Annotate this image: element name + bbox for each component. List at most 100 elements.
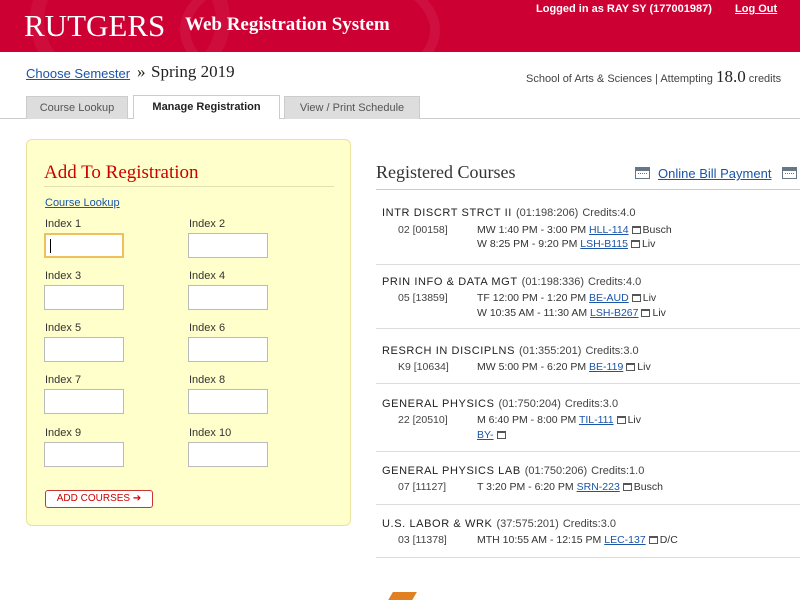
tab-view-print-schedule[interactable]: View / Print Schedule xyxy=(284,96,420,119)
course-code: (01:750:206) xyxy=(524,465,588,477)
divider xyxy=(376,504,800,505)
add-courses-button[interactable]: ADD COURSES ➔ xyxy=(45,490,153,508)
index-5-input[interactable] xyxy=(44,337,124,362)
tab-manage-registration[interactable]: Manage Registration xyxy=(133,95,280,119)
section-index: 07 [11127] xyxy=(398,481,447,493)
campus: Liv xyxy=(627,414,642,426)
room-link[interactable]: TIL-111 xyxy=(579,414,614,426)
new-window-icon[interactable] xyxy=(626,363,636,371)
meeting-time: BY- xyxy=(477,429,508,441)
text-caret xyxy=(50,239,51,253)
divider xyxy=(376,383,800,384)
campus: D/C xyxy=(659,534,678,546)
course-credits: Credits:4.0 xyxy=(588,276,642,288)
course-title: INTR DISCRT STRCT II xyxy=(382,207,512,219)
index-4-input[interactable] xyxy=(188,285,268,310)
add-to-registration-panel: Add To Registration Course Lookup Index … xyxy=(26,139,351,526)
course-credits: Credits:3.0 xyxy=(585,345,639,357)
campus: Busch xyxy=(642,224,672,236)
meeting-time: W 8:25 PM - 9:20 PM LSH-B115 Liv xyxy=(477,238,655,250)
meeting-days-time: T 3:20 PM - 6:20 PM xyxy=(477,481,574,493)
new-window-icon[interactable] xyxy=(616,416,626,424)
logout-link[interactable]: Log Out xyxy=(735,3,777,15)
index-label: Index 2 xyxy=(189,218,226,230)
section-index: 05 [13859] xyxy=(398,292,448,304)
online-bill-payment-link[interactable]: Online Bill Payment xyxy=(658,166,771,181)
index-3-input[interactable] xyxy=(44,285,124,310)
course-title: PRIN INFO & DATA MGT xyxy=(382,276,518,288)
meeting-days-time: MTH 10:55 AM - 12:15 PM xyxy=(477,534,602,546)
course-code: (01:750:204) xyxy=(498,398,561,410)
index-label: Index 5 xyxy=(45,322,82,334)
school-attempting-info: School of Arts & Sciences | Attempting 1… xyxy=(526,67,781,87)
new-window-icon[interactable] xyxy=(648,536,658,544)
course-header: PRIN INFO & DATA MGT (01:198:336) Credits:… xyxy=(382,276,641,288)
index-label: Index 8 xyxy=(189,374,226,386)
index-8-input[interactable] xyxy=(188,389,268,414)
index-1-input[interactable] xyxy=(44,233,124,258)
meeting-time: TF 12:00 PM - 1:20 PM BE-AUD Liv xyxy=(477,292,656,304)
divider xyxy=(44,186,334,187)
registered-courses-title: Registered Courses xyxy=(376,162,516,182)
course-title: RESRCH IN DISCIPLNS xyxy=(382,345,516,357)
index-label: Index 1 xyxy=(45,218,82,230)
header-bar: RUTGERS Web Registration System Logged i… xyxy=(0,0,800,52)
room-link[interactable]: BE-AUD xyxy=(589,292,629,304)
index-9-input[interactable] xyxy=(44,442,124,467)
credits-count: 18.0 xyxy=(715,67,746,86)
pencil-icon xyxy=(387,592,417,600)
campus: Liv xyxy=(641,238,656,250)
calendar-icon xyxy=(635,167,650,179)
meeting-days-time: W 10:35 AM - 11:30 AM xyxy=(477,307,588,319)
index-6-input[interactable] xyxy=(188,337,268,362)
new-window-icon[interactable] xyxy=(496,431,506,439)
room-link[interactable]: LSH-B267 xyxy=(590,307,638,319)
meeting-days-time: MW 5:00 PM - 6:20 PM xyxy=(477,361,587,373)
course-row: INTR DISCRT STRCT II (01:198:206) Credits:… xyxy=(376,207,800,265)
index-10-input[interactable] xyxy=(188,442,268,467)
index-label: Index 6 xyxy=(189,322,226,334)
course-credits: Credits:1.0 xyxy=(591,465,645,477)
new-window-icon[interactable] xyxy=(631,294,641,302)
room-link[interactable]: HLL-114 xyxy=(589,224,629,236)
rutgers-logo[interactable]: RUTGERS xyxy=(24,8,165,44)
room-link[interactable]: SRN-223 xyxy=(577,481,620,493)
new-window-icon[interactable] xyxy=(631,226,641,234)
campus: Liv xyxy=(637,361,651,373)
tab-course-lookup[interactable]: Course Lookup xyxy=(26,96,128,119)
meeting-time: MTH 10:55 AM - 12:15 PM LEC-137 D/C xyxy=(477,534,678,546)
index-2-input[interactable] xyxy=(188,233,268,258)
course-header: U.S. LABOR & WRK (37:575:201) Credits:3.0 xyxy=(382,518,616,530)
meeting-time: MW 1:40 PM - 3:00 PM HLL-114 Busch xyxy=(477,224,672,236)
meeting-time: MW 5:00 PM - 6:20 PM BE-119 Liv xyxy=(477,361,651,373)
calendar-icon xyxy=(782,167,797,179)
section-index: 02 [00158] xyxy=(398,224,448,236)
course-code: (01:198:206) xyxy=(515,207,579,219)
course-code: (37:575:201) xyxy=(496,518,559,530)
new-window-icon[interactable] xyxy=(630,240,640,248)
course-header: GENERAL PHYSICS (01:750:204) Credits:3.0 xyxy=(382,398,618,410)
index-label: Index 10 xyxy=(189,427,232,439)
course-credits: Credits:3.0 xyxy=(564,398,619,410)
choose-semester-link[interactable]: Choose Semester xyxy=(26,66,130,81)
room-link[interactable]: LEC-137 xyxy=(604,534,645,546)
room-link[interactable]: BY- xyxy=(477,429,494,441)
user-info: Logged in as RAY SY (177001987) xyxy=(536,3,712,15)
credits-unit: credits xyxy=(748,73,782,85)
meeting-time: M 6:40 PM - 8:00 PM TIL-111 Liv xyxy=(477,414,641,426)
course-lookup-link[interactable]: Course Lookup xyxy=(45,197,120,209)
new-window-icon[interactable] xyxy=(641,309,651,317)
index-7-input[interactable] xyxy=(44,389,124,414)
current-semester: Spring 2019 xyxy=(151,62,235,81)
campus: Liv xyxy=(642,292,657,304)
room-link[interactable]: BE-119 xyxy=(589,361,623,373)
divider xyxy=(376,189,800,190)
course-header: GENERAL PHYSICS LAB (01:750:206) Credits:1… xyxy=(382,465,644,477)
course-header: RESRCH IN DISCIPLNS (01:355:201) Credits:3… xyxy=(382,345,639,357)
new-window-icon[interactable] xyxy=(622,483,632,491)
room-link[interactable]: LSH-B115 xyxy=(580,238,628,250)
index-label: Index 7 xyxy=(45,374,82,386)
course-title: GENERAL PHYSICS xyxy=(382,398,495,410)
meeting-days-time: W 8:25 PM - 9:20 PM xyxy=(477,238,578,250)
section-index: K9 [10634] xyxy=(398,361,449,373)
